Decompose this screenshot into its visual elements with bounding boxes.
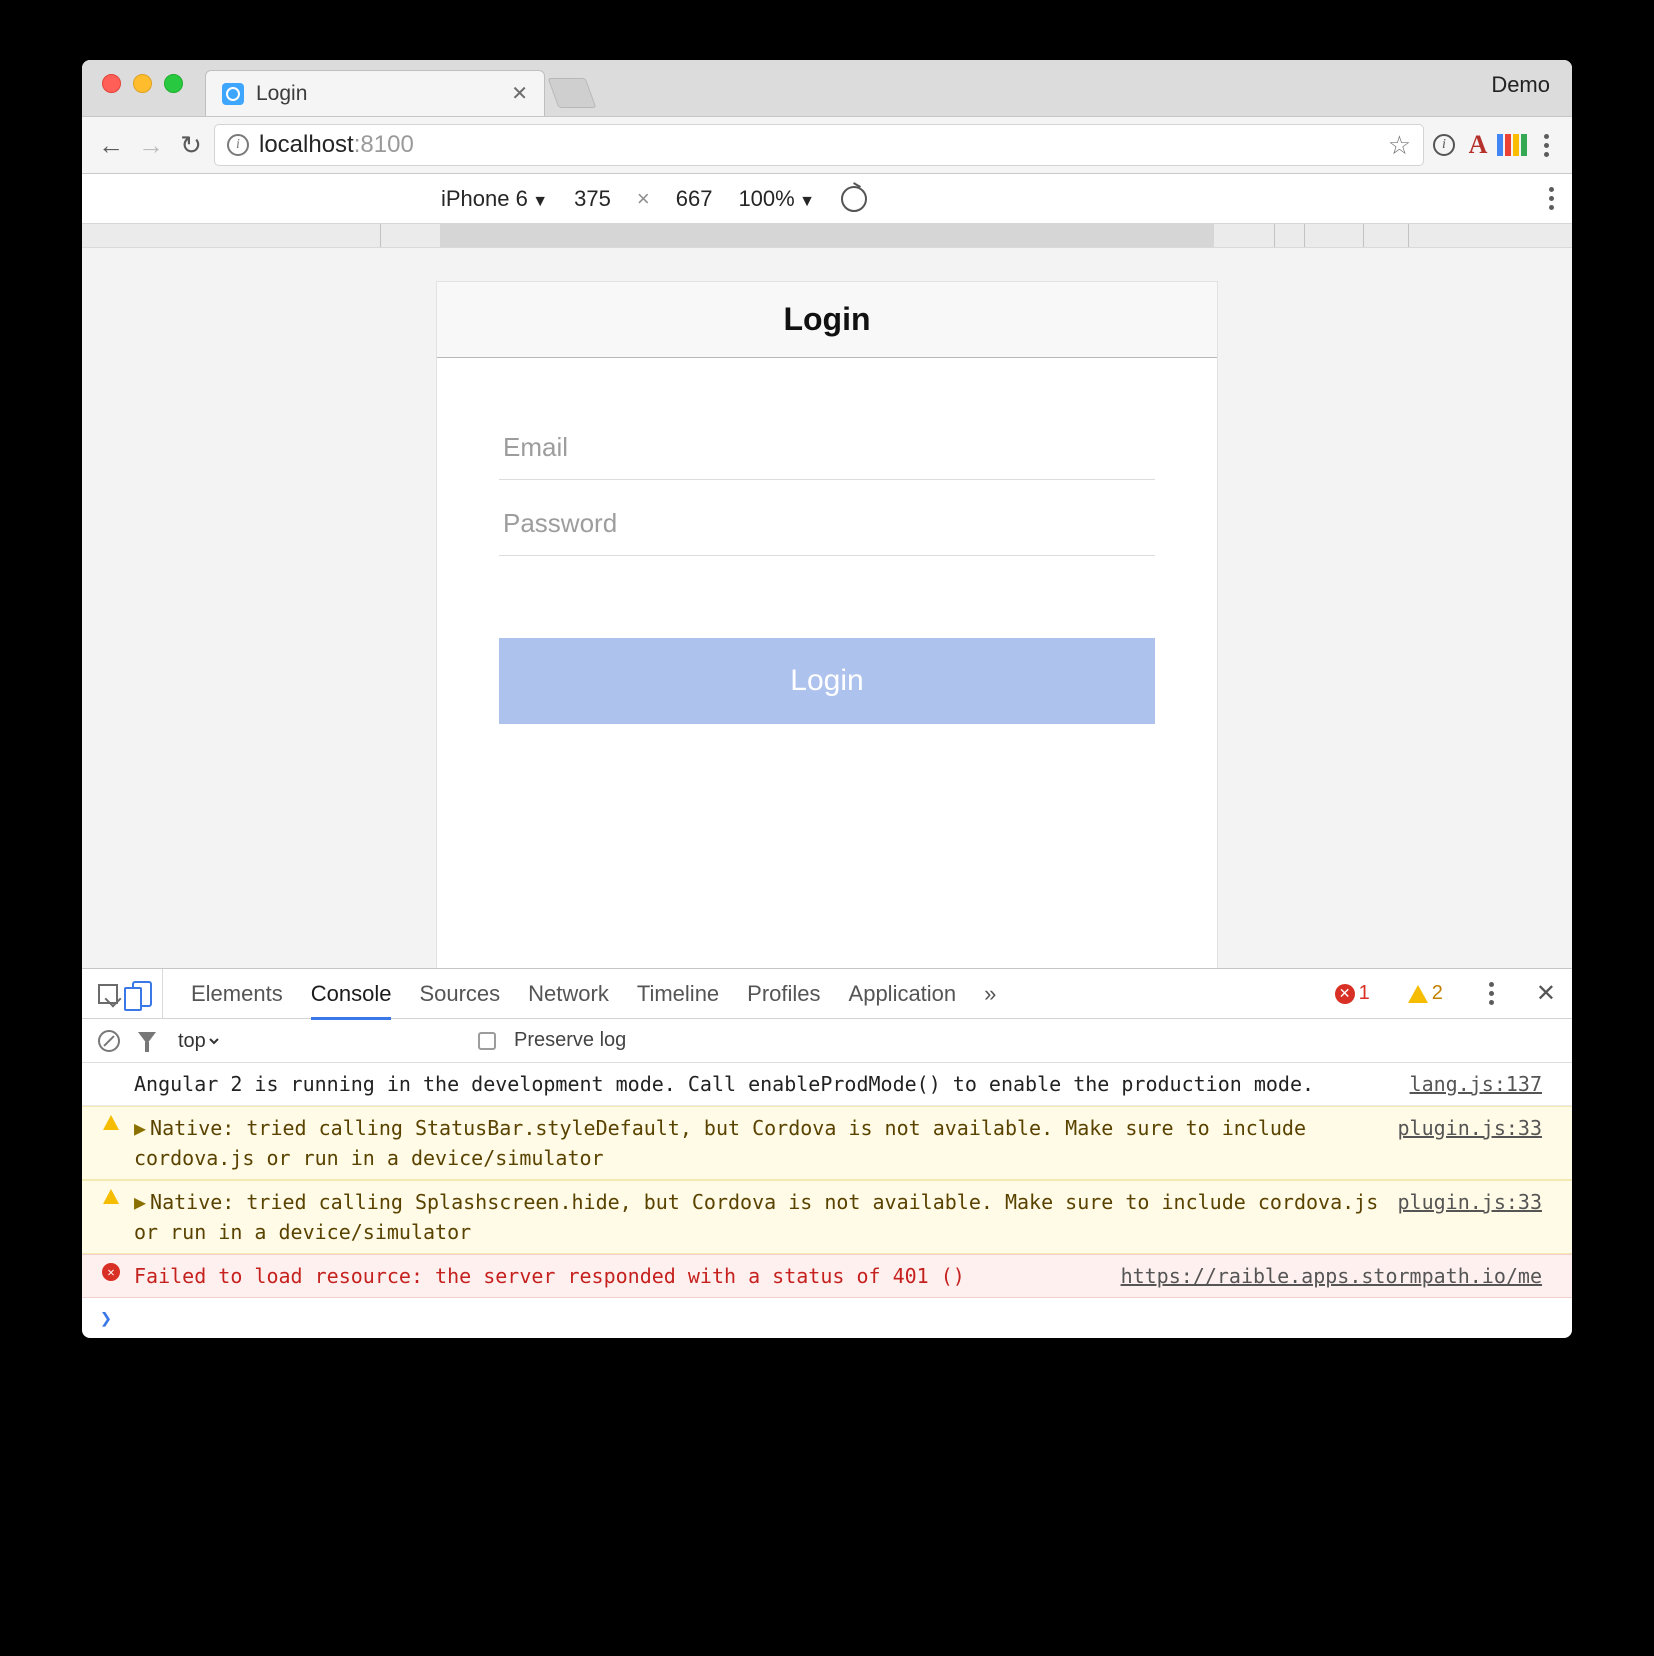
close-window-button[interactable] bbox=[102, 74, 121, 93]
console-source-link[interactable]: plugin.js:33 bbox=[1398, 1187, 1543, 1217]
console-source-link[interactable]: plugin.js:33 bbox=[1398, 1113, 1543, 1143]
back-button[interactable]: ← bbox=[94, 128, 128, 162]
app-header: Login bbox=[437, 282, 1217, 358]
console-row: ✕Failed to load resource: the server res… bbox=[82, 1254, 1572, 1298]
tab-network[interactable]: Network bbox=[528, 981, 609, 1007]
site-info-icon[interactable]: i bbox=[227, 134, 249, 156]
filter-icon[interactable] bbox=[138, 1032, 156, 1050]
console-message: ▶Native: tried calling Splashscreen.hide… bbox=[134, 1187, 1386, 1247]
inspect-element-icon[interactable] bbox=[98, 984, 118, 1004]
devtools-close-button[interactable]: ✕ bbox=[1536, 979, 1556, 1008]
tab-application[interactable]: Application bbox=[849, 981, 957, 1007]
devtools-menu-button[interactable] bbox=[1489, 982, 1494, 1005]
tab-profiles[interactable]: Profiles bbox=[747, 981, 820, 1007]
browser-tab[interactable]: Login ✕ bbox=[205, 70, 545, 116]
tab-more[interactable]: » bbox=[984, 981, 996, 1007]
new-tab-button[interactable] bbox=[548, 78, 597, 108]
devtools-tabs: Elements Console Sources Network Timelin… bbox=[82, 969, 1572, 1019]
reload-button[interactable]: ↻ bbox=[174, 128, 208, 162]
zoom-selector[interactable]: 100% bbox=[738, 186, 815, 212]
email-field-wrapper bbox=[499, 416, 1155, 480]
page-title: Login bbox=[783, 301, 870, 338]
clear-console-icon[interactable] bbox=[98, 1030, 120, 1052]
error-count-badge[interactable]: ✕1 bbox=[1335, 982, 1370, 1005]
favicon-icon bbox=[222, 83, 244, 105]
console-log: Angular 2 is running in the development … bbox=[82, 1063, 1572, 1298]
browser-menu-button[interactable] bbox=[1532, 131, 1560, 159]
context-selector[interactable]: top bbox=[174, 1029, 222, 1053]
console-row: ▶Native: tried calling Splashscreen.hide… bbox=[82, 1180, 1572, 1254]
device-toolbar-menu[interactable] bbox=[1549, 187, 1554, 210]
window-controls bbox=[96, 74, 193, 103]
profile-label[interactable]: Demo bbox=[1491, 72, 1572, 104]
extension-info-icon[interactable]: i bbox=[1430, 131, 1458, 159]
minimize-window-button[interactable] bbox=[133, 74, 152, 93]
browser-toolbar: ← → ↻ i localhost:8100 ☆ i A bbox=[82, 116, 1572, 174]
password-field-wrapper bbox=[499, 492, 1155, 556]
password-field[interactable] bbox=[503, 508, 1151, 539]
forward-button[interactable]: → bbox=[134, 128, 168, 162]
login-button[interactable]: Login bbox=[499, 638, 1155, 724]
url-text: localhost:8100 bbox=[259, 131, 414, 159]
extension-bars-icon[interactable] bbox=[1498, 131, 1526, 159]
close-tab-button[interactable]: ✕ bbox=[511, 81, 528, 106]
console-row: Angular 2 is running in the development … bbox=[82, 1063, 1572, 1106]
tab-timeline[interactable]: Timeline bbox=[637, 981, 719, 1007]
console-row: ▶Native: tried calling StatusBar.styleDe… bbox=[82, 1106, 1572, 1180]
console-source-link[interactable]: https://raible.apps.stormpath.io/me bbox=[1121, 1261, 1542, 1291]
tab-elements[interactable]: Elements bbox=[191, 981, 283, 1007]
console-filter-bar: top Preserve log bbox=[82, 1019, 1572, 1063]
tab-title: Login bbox=[256, 82, 499, 106]
zoom-window-button[interactable] bbox=[164, 74, 183, 93]
device-width-input[interactable]: 375 bbox=[574, 186, 611, 212]
email-field[interactable] bbox=[503, 432, 1151, 463]
console-message: Angular 2 is running in the development … bbox=[134, 1069, 1398, 1099]
tab-bar: Login ✕ Demo bbox=[82, 60, 1572, 116]
device-selector[interactable]: iPhone 6 bbox=[441, 186, 548, 212]
device-mode-icon[interactable] bbox=[132, 981, 152, 1007]
extension-a-icon[interactable]: A bbox=[1464, 131, 1492, 159]
console-prompt[interactable]: ❯ bbox=[82, 1298, 1572, 1338]
preserve-log-label: Preserve log bbox=[514, 1029, 626, 1052]
console-source-link[interactable]: lang.js:137 bbox=[1410, 1069, 1542, 1099]
ruler bbox=[82, 224, 1572, 248]
rotate-icon[interactable] bbox=[841, 186, 867, 212]
dimension-separator: × bbox=[637, 186, 650, 212]
device-viewport: Login Login bbox=[82, 248, 1572, 968]
console-message: Failed to load resource: the server resp… bbox=[134, 1261, 1109, 1291]
tab-sources[interactable]: Sources bbox=[419, 981, 500, 1007]
devtools-panel: Elements Console Sources Network Timelin… bbox=[82, 968, 1572, 1338]
console-message: ▶Native: tried calling StatusBar.styleDe… bbox=[134, 1113, 1386, 1173]
login-form: Login bbox=[437, 358, 1217, 724]
tab-console[interactable]: Console bbox=[311, 981, 392, 1020]
warning-count-badge[interactable]: 2 bbox=[1408, 982, 1443, 1005]
preserve-log-checkbox[interactable] bbox=[478, 1032, 496, 1050]
device-height-input[interactable]: 667 bbox=[676, 186, 713, 212]
phone-frame: Login Login bbox=[437, 282, 1217, 968]
address-bar[interactable]: i localhost:8100 ☆ bbox=[214, 124, 1424, 166]
bookmark-star-icon[interactable]: ☆ bbox=[1388, 130, 1411, 161]
browser-window: Login ✕ Demo ← → ↻ i localhost:8100 ☆ i … bbox=[82, 60, 1572, 1338]
device-toolbar: iPhone 6 375 × 667 100% bbox=[82, 174, 1572, 224]
